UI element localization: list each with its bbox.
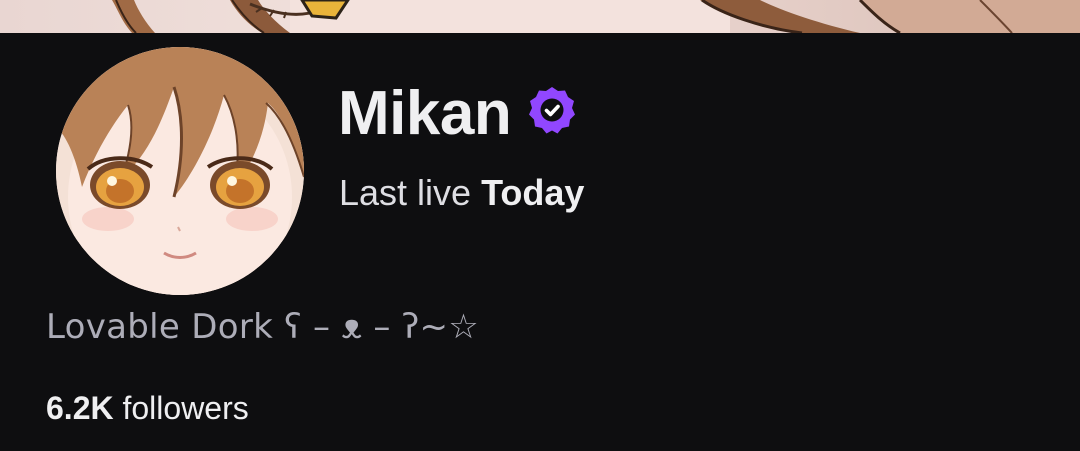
followers-number: 6.2K [46, 390, 114, 426]
channel-bio: Lovable Dork ʕ – ᴥ – ʔ~☆ [46, 307, 480, 347]
last-live-label: Last live [339, 172, 472, 213]
banner-artwork [112, 0, 1080, 33]
channel-avatar[interactable] [56, 47, 304, 295]
followers-count[interactable]: 6.2K followers [46, 386, 249, 430]
channel-name: Mikan [338, 79, 512, 148]
channel-banner [0, 0, 1080, 33]
last-live-value: Today [481, 172, 585, 213]
avatar-artwork [56, 47, 304, 295]
last-live-status: Last live Today [339, 169, 584, 217]
channel-profile-header: Mikan Last live Today Lovable Dork ʕ – ᴥ… [0, 33, 1080, 451]
followers-label: followers [122, 390, 249, 426]
verified-badge-icon[interactable] [527, 85, 577, 135]
channel-name-row: Mikan [338, 79, 577, 149]
